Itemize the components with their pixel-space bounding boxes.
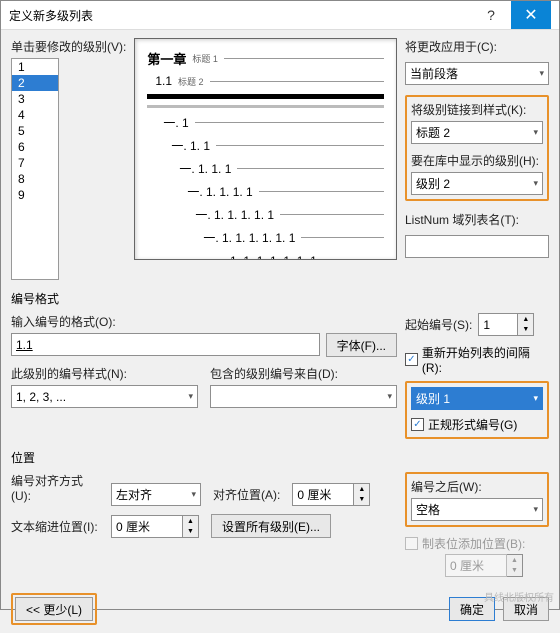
tab-stop-checkbox[interactable]: 制表位添加位置(B): xyxy=(405,535,549,552)
level-item: 6 xyxy=(12,139,58,155)
level-item: 4 xyxy=(12,107,58,123)
spin-up-icon[interactable]: ▲ xyxy=(518,314,533,325)
level-item: 5 xyxy=(12,123,58,139)
align-select[interactable]: 左对齐▾ xyxy=(111,483,201,506)
close-button[interactable]: ✕ xyxy=(511,1,551,29)
level-item: 1 xyxy=(12,59,58,75)
chevron-down-icon: ▾ xyxy=(387,391,392,402)
number-style-select[interactable]: 1, 2, 3, ...▾ xyxy=(11,385,198,408)
number-format-section: 编号格式 xyxy=(11,290,549,307)
restart-checkbox[interactable]: ✓重新开始列表的间隔(R): xyxy=(405,344,549,375)
level-item: 8 xyxy=(12,171,58,187)
less-button[interactable]: << 更少(L) xyxy=(15,597,93,621)
dialog-title: 定义新多级列表 xyxy=(9,7,471,24)
watermark: 具线北版权所有 xyxy=(484,589,554,604)
include-level-select[interactable]: ▾ xyxy=(210,385,397,408)
chevron-down-icon: ▾ xyxy=(533,178,538,189)
preview-pane: 第一章标题 1 1.1标题 2 一. 1 一. 1. 1 一. 1. 1. 1 … xyxy=(134,38,397,260)
number-style-label: 此级别的编号样式(N): xyxy=(11,365,198,382)
align-at-input[interactable]: 0 厘米▲▼ xyxy=(292,483,370,506)
chevron-down-icon: ▾ xyxy=(539,68,544,79)
link-style-label: 将级别链接到样式(K): xyxy=(411,101,543,118)
level-list-label: 单击要修改的级别(V): xyxy=(11,38,126,55)
start-at-label: 起始编号(S): xyxy=(405,316,472,333)
level-item: 2 xyxy=(12,75,58,91)
number-format-label: 输入编号的格式(O): xyxy=(11,313,397,330)
level-item: 7 xyxy=(12,155,58,171)
restart-level-select[interactable]: 级别 1▾ xyxy=(411,387,543,410)
level-item: 3 xyxy=(12,91,58,107)
indent-input[interactable]: 0 厘米▲▼ xyxy=(111,515,199,538)
listnum-label: ListNum 域列表名(T): xyxy=(405,211,549,228)
align-at-label: 对齐位置(A): xyxy=(213,486,280,503)
indent-label: 文本缩进位置(I): xyxy=(11,518,99,535)
chevron-down-icon: ▾ xyxy=(533,127,538,138)
follow-number-label: 编号之后(W): xyxy=(411,478,543,495)
link-style-select[interactable]: 标题 2▾ xyxy=(411,121,543,144)
chevron-down-icon: ▾ xyxy=(188,391,193,402)
tab-stop-input: 0 厘米▲▼ xyxy=(445,554,549,577)
gallery-level-label: 要在库中显示的级别(H): xyxy=(411,152,543,169)
chevron-down-icon: ▾ xyxy=(533,393,538,404)
help-button[interactable]: ? xyxy=(471,1,511,29)
level-item: 9 xyxy=(12,187,58,203)
listnum-input[interactable] xyxy=(405,235,549,258)
include-level-label: 包含的级别编号来自(D): xyxy=(210,365,397,382)
follow-number-select[interactable]: 空格▾ xyxy=(411,498,543,521)
position-section: 位置 xyxy=(11,449,549,466)
align-label: 编号对齐方式(U): xyxy=(11,472,99,503)
set-all-levels-button[interactable]: 设置所有级别(E)... xyxy=(211,514,331,538)
level-listbox[interactable]: 1 2 3 4 5 6 7 8 9 xyxy=(11,58,59,280)
font-button[interactable]: 字体(F)... xyxy=(326,333,397,357)
apply-to-select[interactable]: 当前段落▾ xyxy=(405,62,549,85)
start-at-input[interactable]: 1 ▲▼ xyxy=(478,313,534,336)
gallery-level-select[interactable]: 级别 2▾ xyxy=(411,172,543,195)
legal-format-checkbox[interactable]: ✓正规形式编号(G) xyxy=(411,416,543,433)
chevron-down-icon: ▾ xyxy=(191,489,196,500)
number-format-input[interactable]: 1.1 xyxy=(11,333,320,356)
chevron-down-icon: ▾ xyxy=(533,504,538,515)
spin-down-icon[interactable]: ▼ xyxy=(518,325,533,336)
apply-to-label: 将更改应用于(C): xyxy=(405,38,549,55)
